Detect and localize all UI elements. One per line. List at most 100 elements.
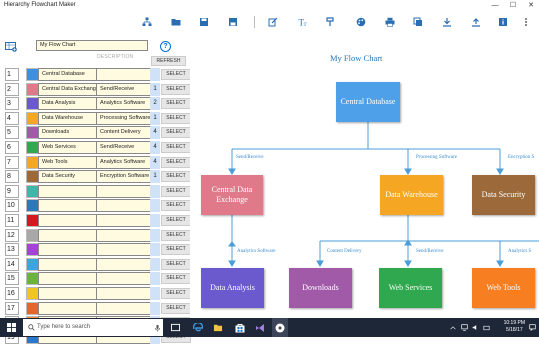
visual-studio-icon[interactable]: [252, 318, 268, 337]
node-central-data-exchange[interactable]: Central Data Exchange: [201, 175, 263, 215]
node-name-input[interactable]: [38, 272, 98, 286]
parent-level-field[interactable]: [150, 228, 160, 242]
refresh-button[interactable]: REFRESH: [151, 56, 186, 66]
node-name-input[interactable]: [38, 301, 98, 315]
print-icon[interactable]: [384, 16, 396, 27]
node-data-warehouse[interactable]: Data Warehouse: [380, 175, 443, 215]
parent-level-field[interactable]: [150, 214, 160, 227]
select-button[interactable]: SELECT: [161, 127, 191, 139]
node-description-input[interactable]: [96, 243, 152, 257]
format-icon[interactable]: [325, 16, 337, 27]
node-description-input[interactable]: Content Delivery: [96, 126, 152, 140]
parent-level-field[interactable]: 1: [150, 82, 160, 96]
chart-title-input[interactable]: My Flow Chart: [36, 40, 148, 51]
node-name-input[interactable]: Central Data Exchange: [38, 82, 98, 96]
node-description-input[interactable]: Send/Receive: [96, 82, 152, 96]
node-description-input[interactable]: Encryption Software: [96, 170, 152, 184]
node-name-input[interactable]: Downloads: [38, 126, 98, 140]
node-data-analysis[interactable]: Data Analysis: [201, 268, 264, 308]
node-description-input[interactable]: [96, 272, 152, 286]
upload-icon[interactable]: [470, 16, 482, 27]
system-tray-up-icon[interactable]: [448, 318, 458, 337]
node-description-input[interactable]: [96, 228, 152, 242]
windows-start-icon[interactable]: [4, 318, 18, 337]
palette-icon[interactable]: [355, 16, 367, 27]
save-icon[interactable]: [198, 16, 210, 27]
node-central-database[interactable]: Central Database: [336, 82, 400, 122]
node-description-input[interactable]: [96, 287, 152, 300]
node-description-input[interactable]: Processing Software: [96, 111, 152, 125]
node-name-input[interactable]: Web Services: [38, 141, 98, 154]
node-web-services[interactable]: Web Services: [379, 268, 442, 308]
parent-level-field[interactable]: [150, 68, 160, 81]
select-button[interactable]: SELECT: [161, 215, 191, 226]
save-as-icon[interactable]: [227, 16, 239, 27]
select-button[interactable]: SELECT: [161, 302, 191, 314]
node-name-input[interactable]: [38, 228, 98, 242]
parent-level-field[interactable]: [150, 243, 160, 257]
network-icon[interactable]: [459, 318, 469, 337]
parent-level-field[interactable]: [150, 301, 160, 315]
node-name-input[interactable]: [38, 287, 98, 300]
node-description-input[interactable]: Send/Receive: [96, 141, 152, 154]
parent-level-field[interactable]: [150, 184, 160, 198]
select-button[interactable]: SELECT: [161, 229, 191, 241]
node-web-tools[interactable]: Web Tools: [472, 268, 535, 308]
node-description-input[interactable]: [96, 199, 152, 213]
node-description-input[interactable]: Analytics Software: [96, 97, 152, 111]
taskbar-search-input[interactable]: Type here to search: [23, 319, 163, 336]
volume-icon[interactable]: [470, 318, 480, 337]
task-view-icon[interactable]: [168, 318, 182, 337]
taskbar-clock[interactable]: 10:19 PM 5/18/17: [504, 320, 525, 334]
text-icon[interactable]: TT: [297, 16, 309, 27]
node-name-input[interactable]: [38, 214, 98, 227]
close-button[interactable]: ✕: [523, 0, 539, 11]
node-description-input[interactable]: [96, 184, 152, 198]
select-button[interactable]: SELECT: [161, 288, 191, 299]
select-button[interactable]: SELECT: [161, 98, 191, 110]
folder-icon[interactable]: [170, 16, 182, 27]
parent-level-field[interactable]: 1: [150, 111, 160, 125]
hierarchy-icon[interactable]: [141, 16, 153, 27]
node-name-input[interactable]: Central Database: [38, 68, 98, 81]
node-name-input[interactable]: [38, 243, 98, 257]
select-button[interactable]: SELECT: [161, 258, 191, 270]
node-name-input[interactable]: [38, 199, 98, 213]
parent-level-field[interactable]: [150, 199, 160, 213]
file-explorer-icon[interactable]: [210, 318, 226, 337]
edit-icon[interactable]: [267, 16, 279, 27]
maximize-button[interactable]: ☐: [505, 0, 521, 11]
node-name-input[interactable]: Data Warehouse: [38, 111, 98, 125]
more-icon[interactable]: [520, 16, 532, 27]
copy-icon[interactable]: [412, 16, 424, 27]
node-description-input[interactable]: [96, 68, 152, 81]
select-button[interactable]: SELECT: [161, 69, 191, 80]
edge-browser-icon[interactable]: [190, 318, 206, 337]
parent-level-field[interactable]: 4: [150, 126, 160, 140]
store-icon[interactable]: [232, 318, 248, 337]
select-button[interactable]: SELECT: [161, 112, 191, 124]
select-button[interactable]: SELECT: [161, 244, 191, 256]
node-name-input[interactable]: Web Tools: [38, 155, 98, 169]
parent-level-field[interactable]: 4: [150, 155, 160, 169]
node-name-input[interactable]: [38, 257, 98, 271]
node-description-input[interactable]: [96, 214, 152, 227]
add-node-icon[interactable]: [5, 42, 17, 52]
select-button[interactable]: SELECT: [161, 171, 191, 183]
flowchart-app-icon[interactable]: [272, 318, 288, 337]
keyboard-icon[interactable]: [481, 318, 491, 337]
select-button[interactable]: SELECT: [161, 83, 191, 95]
parent-level-field[interactable]: [150, 257, 160, 271]
node-downloads[interactable]: Downloads: [289, 268, 352, 308]
node-description-input[interactable]: [96, 301, 152, 315]
help-button[interactable]: ?: [160, 41, 171, 52]
notifications-icon[interactable]: [527, 318, 537, 337]
parent-level-field[interactable]: 4: [150, 141, 160, 154]
download-icon[interactable]: [441, 16, 453, 27]
select-button[interactable]: SELECT: [161, 200, 191, 212]
node-name-input[interactable]: [38, 184, 98, 198]
node-name-input[interactable]: Data Analysis: [38, 97, 98, 111]
microphone-icon[interactable]: [152, 318, 162, 337]
parent-level-field[interactable]: 2: [150, 97, 160, 111]
select-button[interactable]: SELECT: [161, 156, 191, 168]
